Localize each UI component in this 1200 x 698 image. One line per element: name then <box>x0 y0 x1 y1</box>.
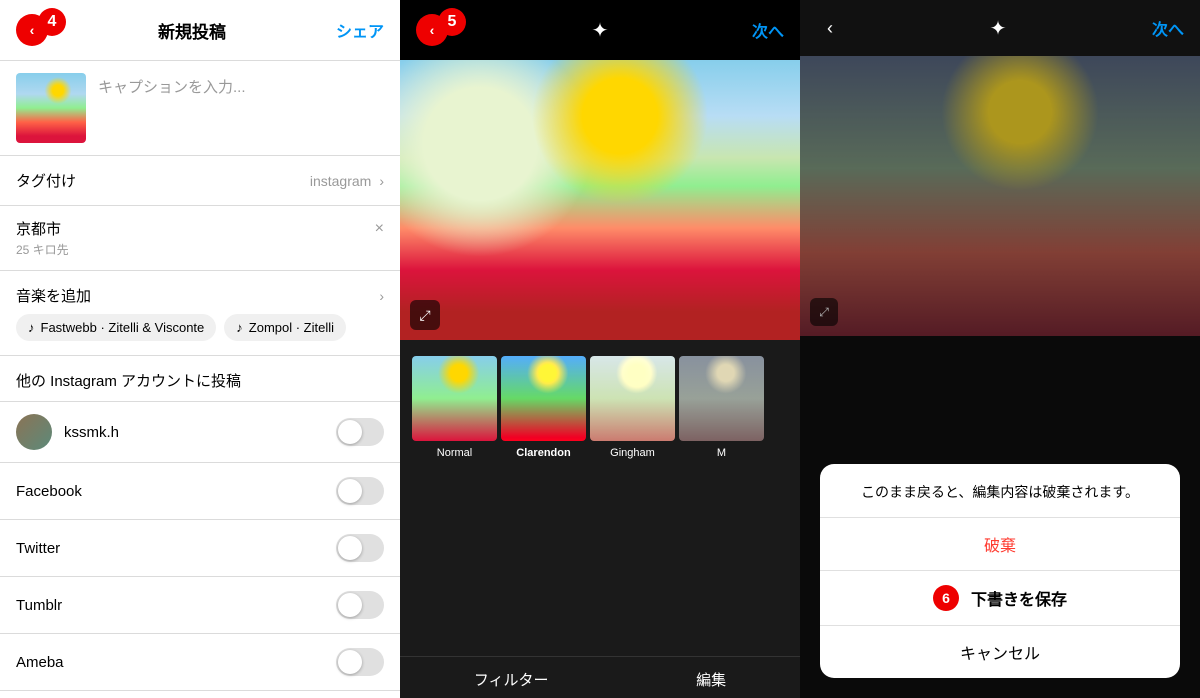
filter-item-normal[interactable]: Normal <box>412 356 497 459</box>
toggle-knob-tumblr <box>338 593 362 617</box>
music-tag-1[interactable]: ♪ Fastwebb · Zitelli & Visconte <box>16 314 216 341</box>
panel1-back-button[interactable]: ‹ 4 <box>16 14 48 46</box>
thumbnail-image <box>16 73 86 143</box>
filter-item-clarendon[interactable]: Clarendon <box>501 356 586 459</box>
filter-thumbnails: Normal Clarendon Gingham M <box>400 340 800 467</box>
twitter-label: Twitter <box>16 540 60 557</box>
toggle-knob-ameba <box>338 650 362 674</box>
tag-setting-row[interactable]: タグ付け instagram › <box>0 156 400 206</box>
tab-filter[interactable]: フィルター <box>474 669 549 690</box>
filter-section: Normal Clarendon Gingham M フィルター 編集 <box>400 340 800 698</box>
save-draft-label: 下書きを保存 <box>971 586 1067 610</box>
panel-filter: ‹ 5 ✦ 次へ ⤢ Normal Clarendon Gingham <box>400 0 800 698</box>
save-draft-button[interactable]: 6 下書きを保存 <box>820 571 1180 626</box>
dialog-message: このまま戻ると、編集内容は破棄されます。 <box>820 464 1180 518</box>
account-info: kssmk.h <box>16 414 119 450</box>
toggle-knob-facebook <box>338 479 362 503</box>
settings-list: タグ付け instagram › 京都市 × 25 キロ先 音楽を追加 › ♪ … <box>0 156 400 698</box>
music-note-icon-2: ♪ <box>236 320 243 335</box>
back-arrow-icon: ‹ <box>30 22 35 38</box>
image-thumbnail <box>16 73 86 143</box>
toggle-twitter[interactable] <box>336 534 384 562</box>
panel2-main-image: ⤢ <box>400 60 800 340</box>
wand-icon: ✦ <box>592 18 609 43</box>
tumblr-label: Tumblr <box>16 597 62 614</box>
expand-button[interactable]: ⤢ <box>410 300 440 330</box>
music-chevron-icon: › <box>379 288 384 304</box>
music-section: 音楽を追加 › ♪ Fastwebb · Zitelli & Visconte … <box>0 271 400 356</box>
back-arrow-icon-3: ‹ <box>827 18 833 39</box>
filter-label-clarendon: Clarendon <box>516 447 570 459</box>
toggle-kssmk[interactable] <box>336 418 384 446</box>
panel2-next-button[interactable]: 次へ <box>752 18 784 42</box>
dialog-box: このまま戻ると、編集内容は破棄されます。 破棄 6 下書きを保存 キャンセル <box>820 464 1180 678</box>
filter-thumb-clarendon <box>501 356 586 441</box>
panel1-header: ‹ 4 新規投稿 シェア <box>0 0 400 61</box>
step4-circle: 4 <box>38 8 66 36</box>
filter-thumb-normal <box>412 356 497 441</box>
music-label: 音楽を追加 <box>16 285 91 306</box>
social-row-tumblr: Tumblr <box>0 577 400 634</box>
location-distance: 25 キロ先 <box>16 241 384 258</box>
caption-input[interactable]: キャプションを入力... <box>98 73 384 98</box>
toggle-tumblr[interactable] <box>336 591 384 619</box>
step6-circle: 6 <box>933 585 959 611</box>
tag-label: タグ付け <box>16 170 76 191</box>
social-row-mixi: ミクシィ <box>0 691 400 698</box>
social-row-twitter: Twitter <box>0 520 400 577</box>
discard-button[interactable]: 破棄 <box>820 518 1180 571</box>
panel1-title: 新規投稿 <box>158 18 226 43</box>
music-header[interactable]: 音楽を追加 › <box>0 271 400 314</box>
filter-label-gingham: Gingham <box>610 447 655 459</box>
wand-icon-3: ✦ <box>990 16 1007 41</box>
filter-thumb-gingham <box>590 356 675 441</box>
music-tag-2[interactable]: ♪ Zompol · Zitelli <box>224 314 346 341</box>
ameba-label: Ameba <box>16 654 64 671</box>
panel2-header: ‹ 5 ✦ 次へ <box>400 0 800 60</box>
expand-button-2[interactable]: ⤢ <box>810 298 838 326</box>
panel-dialog: ‹ ✦ 次へ ⤢ このまま戻ると、編集内容は破棄されます。 破棄 6 下書きを保… <box>800 0 1200 698</box>
toggle-ameba[interactable] <box>336 648 384 676</box>
share-button[interactable]: シェア <box>336 18 384 42</box>
filter-label-normal: Normal <box>437 447 472 459</box>
tag-right: instagram › <box>310 173 384 189</box>
caption-row: キャプションを入力... <box>0 61 400 156</box>
facebook-label: Facebook <box>16 483 82 500</box>
filter-item-gingham[interactable]: Gingham <box>590 356 675 459</box>
toggle-knob <box>338 420 362 444</box>
music-note-icon-1: ♪ <box>28 320 35 335</box>
music-tag-label-1: Fastwebb · Zitelli & Visconte <box>41 320 205 335</box>
panel2-back-button[interactable]: ‹ 5 <box>416 14 448 46</box>
panel3-next-button[interactable]: 次へ <box>1152 16 1184 40</box>
social-row-facebook: Facebook <box>0 463 400 520</box>
panel3-header: ‹ ✦ 次へ <box>800 0 1200 56</box>
cancel-button[interactable]: キャンセル <box>820 626 1180 678</box>
panel-new-post: ‹ 4 新規投稿 シェア キャプションを入力... タグ付け instagram… <box>0 0 400 698</box>
step5-circle: 5 <box>438 8 466 36</box>
social-row-ameba: Ameba <box>0 634 400 691</box>
location-name: 京都市 <box>16 218 61 239</box>
music-tag-label-2: Zompol · Zitelli <box>249 320 334 335</box>
panel3-back-button[interactable]: ‹ <box>816 14 844 42</box>
filter-label-m: M <box>717 447 726 459</box>
filter-item-m[interactable]: M <box>679 356 764 459</box>
filter-tabs: フィルター 編集 <box>400 656 800 698</box>
toggle-knob-twitter <box>338 536 362 560</box>
dialog-backdrop: このまま戻ると、編集内容は破棄されます。 破棄 6 下書きを保存 キャンセル <box>800 336 1200 698</box>
back-arrow-icon-2: ‹ <box>430 22 435 38</box>
account-name: kssmk.h <box>64 424 119 441</box>
toggle-facebook[interactable] <box>336 477 384 505</box>
panel3-main-image: ⤢ <box>800 56 1200 336</box>
location-name-row: 京都市 × <box>16 218 384 239</box>
chevron-icon: › <box>379 173 384 189</box>
filter-thumb-m <box>679 356 764 441</box>
tag-value: instagram <box>310 173 371 189</box>
account-row-kssmk: kssmk.h <box>0 402 400 463</box>
location-row[interactable]: 京都市 × 25 キロ先 <box>0 206 400 271</box>
other-accounts-title: 他の Instagram アカウントに投稿 <box>0 356 400 402</box>
avatar <box>16 414 52 450</box>
tab-edit[interactable]: 編集 <box>696 669 726 690</box>
close-icon[interactable]: × <box>375 220 384 238</box>
music-tags: ♪ Fastwebb · Zitelli & Visconte ♪ Zompol… <box>0 314 400 355</box>
